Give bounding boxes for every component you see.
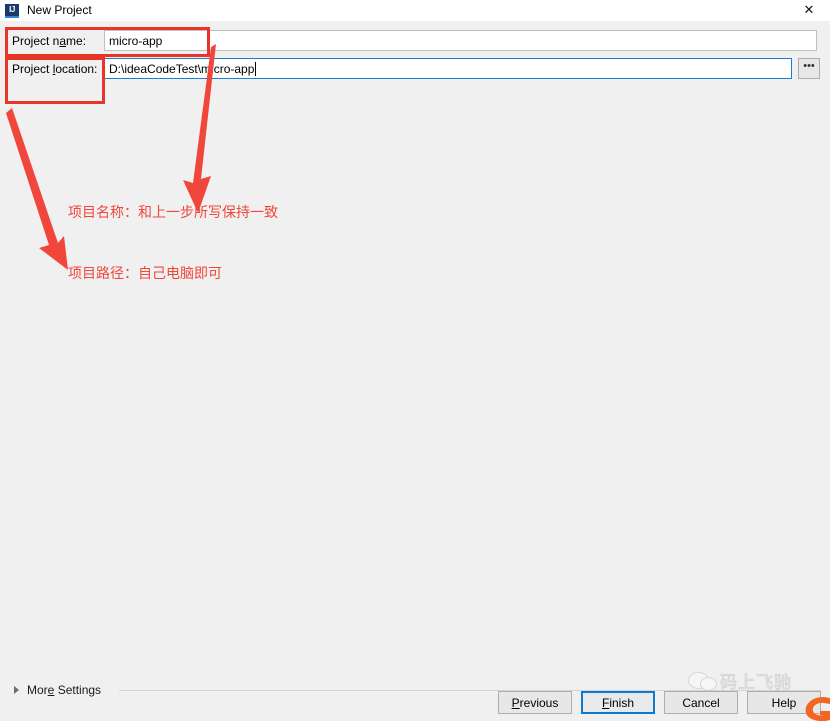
- text-caret: [255, 61, 257, 76]
- close-icon[interactable]: ✕: [788, 0, 830, 21]
- new-project-dialog: Project name: micro-app Project location…: [0, 21, 830, 721]
- finish-button[interactable]: Finish: [581, 691, 655, 714]
- project-location-label: Project location:: [12, 61, 98, 76]
- annotation-note-project-location: 项目路径：自己电脑即可: [68, 266, 222, 282]
- browse-ellipsis-button[interactable]: •••: [798, 58, 820, 79]
- chevron-right-icon: [14, 686, 19, 694]
- corner-logo: [794, 693, 830, 721]
- intellij-idea-icon: IJ: [5, 3, 19, 18]
- project-name-input[interactable]: micro-app: [104, 30, 817, 51]
- more-settings-label: More Settings: [27, 683, 102, 697]
- project-name-row: Project name: micro-app: [12, 30, 817, 51]
- project-name-value: micro-app: [109, 33, 163, 48]
- cancel-button[interactable]: Cancel: [664, 691, 738, 714]
- project-location-row: Project location: D:\ideaCodeTest\micro-…: [12, 58, 820, 79]
- dialog-button-bar: Previous Finish Cancel Help: [498, 691, 821, 714]
- annotation-note-project-name: 项目名称：和上一步所写保持一致: [68, 205, 278, 221]
- project-location-input[interactable]: D:\ideaCodeTest\micro-app: [104, 58, 792, 79]
- more-settings-toggle[interactable]: More Settings: [14, 682, 101, 698]
- previous-button[interactable]: Previous: [498, 691, 572, 714]
- window-title: New Project: [27, 3, 92, 17]
- project-location-value: D:\ideaCodeTest\micro-app: [109, 61, 255, 76]
- window-titlebar: IJ New Project ✕: [0, 0, 830, 21]
- project-name-label: Project name:: [12, 33, 87, 48]
